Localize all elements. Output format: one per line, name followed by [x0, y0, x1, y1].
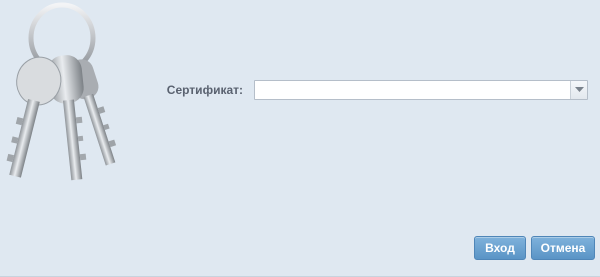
certificate-select[interactable]	[254, 80, 588, 100]
login-button[interactable]: Вход	[474, 236, 526, 260]
certificate-label: Сертификат:	[166, 83, 243, 97]
cancel-button[interactable]: Отмена	[531, 236, 595, 260]
certificate-row: Сертификат:	[0, 80, 600, 102]
certificate-dropdown-button[interactable]	[570, 81, 587, 99]
chevron-down-icon	[575, 87, 584, 92]
